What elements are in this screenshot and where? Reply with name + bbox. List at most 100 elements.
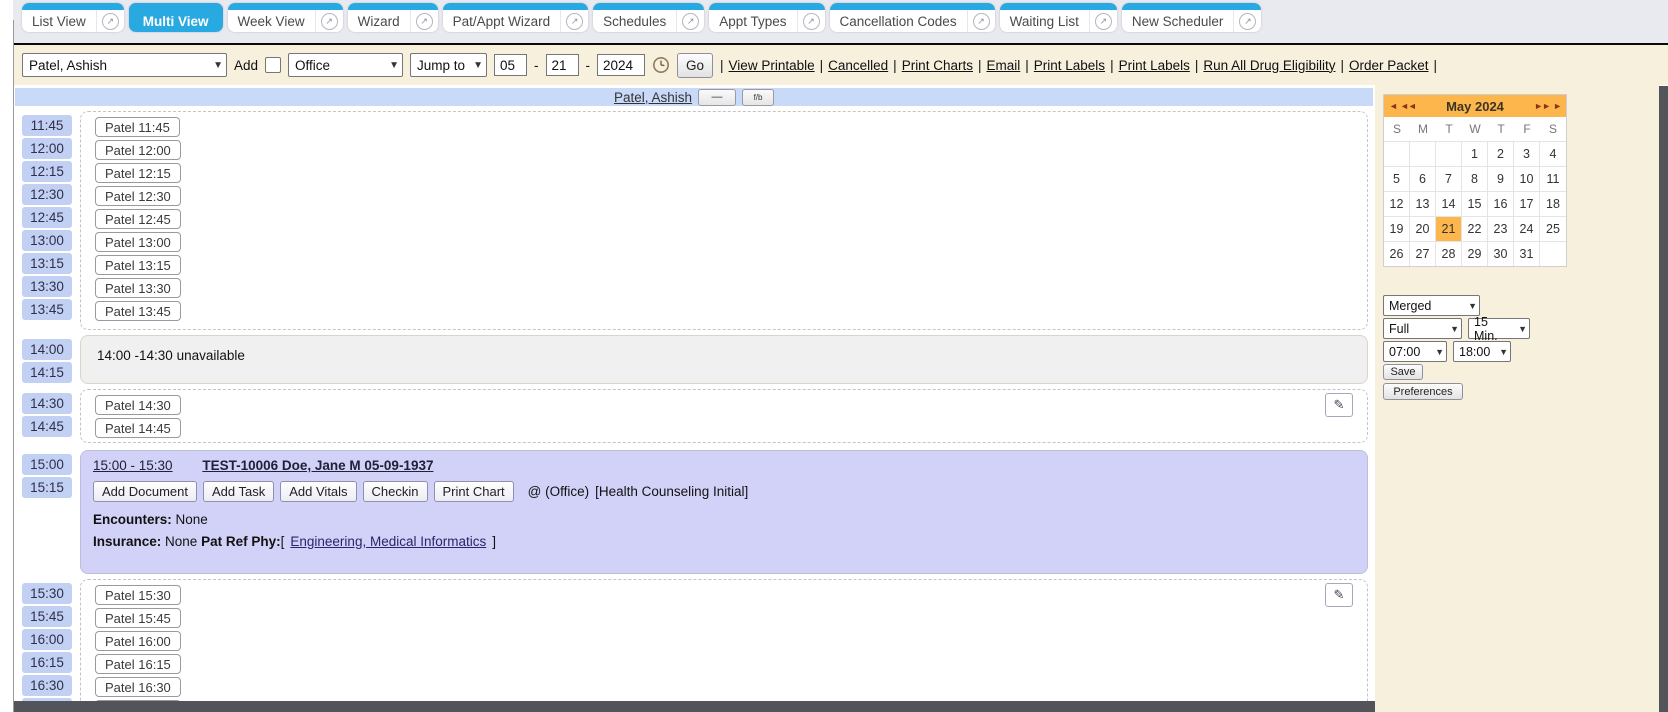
slot-button-patel-16-30[interactable]: Patel 16:30 [95, 677, 181, 697]
calendar-day-cell[interactable]: 6 [1410, 166, 1436, 191]
calendar-day-cell[interactable]: 21 [1436, 216, 1462, 241]
link-view-printable[interactable]: View Printable [729, 58, 815, 73]
tab-cancellation-codes[interactable]: Cancellation Codes↗ [830, 3, 995, 32]
popout-icon[interactable]: ↗ [1095, 13, 1112, 30]
add-task-button[interactable]: Add Task [203, 481, 274, 502]
calendar-day-cell[interactable]: 1 [1462, 141, 1488, 166]
calendar-day-cell[interactable]: 31 [1514, 241, 1540, 266]
checkin-button[interactable]: Checkin [363, 481, 428, 502]
slot-button-patel-13-00[interactable]: Patel 13:00 [95, 232, 181, 252]
calendar-day-cell[interactable]: 19 [1384, 216, 1410, 241]
popout-icon[interactable]: ↗ [1239, 13, 1256, 30]
popout-icon[interactable]: ↗ [416, 13, 433, 30]
slot-button-patel-13-30[interactable]: Patel 13:30 [95, 278, 181, 298]
tab-multi-view[interactable]: Multi View [129, 3, 223, 32]
edit-appointment-icon[interactable]: ✎ [1325, 583, 1353, 607]
date-month-input[interactable]: 05 [494, 54, 527, 76]
calendar-day-cell[interactable]: 11 [1540, 166, 1566, 191]
link-run-all-drug-eligibility[interactable]: Run All Drug Eligibility [1203, 58, 1335, 73]
link-email[interactable]: Email [986, 58, 1020, 73]
calendar-day-cell[interactable]: 2 [1488, 141, 1514, 166]
calendar-day-cell[interactable]: 22 [1462, 216, 1488, 241]
slot-button-patel-15-45[interactable]: Patel 15:45 [95, 608, 181, 628]
provider-header-link[interactable]: Patel, Ashish [614, 90, 692, 105]
calendar-prev-year-icon[interactable]: ◄ [1389, 95, 1397, 117]
popout-icon[interactable]: ↗ [102, 13, 119, 30]
end-time-select[interactable]: 18:00 ▼ [1453, 341, 1511, 362]
date-year-input[interactable]: 2024 [597, 54, 645, 76]
slot-button-patel-14-45[interactable]: Patel 14:45 [95, 418, 181, 438]
calendar-day-cell[interactable]: 3 [1514, 141, 1540, 166]
collapse-button[interactable]: — [698, 89, 736, 106]
slot-button-patel-12-30[interactable]: Patel 12:30 [95, 186, 181, 206]
tab-appt-types[interactable]: Appt Types↗ [709, 3, 824, 32]
slot-button-patel-15-30[interactable]: Patel 15:30 [95, 585, 181, 605]
link-print-labels[interactable]: Print Labels [1119, 58, 1190, 73]
calendar-day-cell[interactable]: 29 [1462, 241, 1488, 266]
facility-select[interactable]: Office ▼ [288, 53, 403, 77]
calendar-day-cell[interactable]: 20 [1410, 216, 1436, 241]
start-time-select[interactable]: 07:00 ▼ [1383, 341, 1447, 362]
print-chart-button[interactable]: Print Chart [434, 481, 514, 502]
size-select[interactable]: Full ▼ [1383, 318, 1462, 339]
popout-icon[interactable]: ↗ [321, 13, 338, 30]
slot-button-patel-12-15[interactable]: Patel 12:15 [95, 163, 181, 183]
calendar-day-cell[interactable]: 24 [1514, 216, 1540, 241]
calendar-day-cell[interactable]: 15 [1462, 191, 1488, 216]
calendar-day-cell[interactable]: 4 [1540, 141, 1566, 166]
go-button[interactable]: Go [677, 53, 713, 78]
slot-button-patel-12-45[interactable]: Patel 12:45 [95, 209, 181, 229]
slot-button-patel-13-45[interactable]: Patel 13:45 [95, 301, 181, 321]
save-button[interactable]: Save [1383, 364, 1423, 380]
popout-icon[interactable]: ↗ [973, 13, 990, 30]
slot-button-patel-12-00[interactable]: Patel 12:00 [95, 140, 181, 160]
calendar-day-cell[interactable]: 17 [1514, 191, 1540, 216]
jump-to-select[interactable]: Jump to ▼ [410, 53, 487, 77]
calendar-day-cell[interactable]: 27 [1410, 241, 1436, 266]
calendar-day-cell[interactable]: 14 [1436, 191, 1462, 216]
calendar-day-cell[interactable]: 12 [1384, 191, 1410, 216]
provider-select[interactable]: Patel, Ashish ▼ [22, 53, 227, 77]
calendar-day-cell[interactable]: 16 [1488, 191, 1514, 216]
preferences-button[interactable]: Preferences [1383, 383, 1463, 400]
link-print-labels[interactable]: Print Labels [1034, 58, 1105, 73]
add-document-button[interactable]: Add Document [93, 481, 197, 502]
calendar-day-cell[interactable]: 5 [1384, 166, 1410, 191]
link-order-packet[interactable]: Order Packet [1349, 58, 1429, 73]
link-print-charts[interactable]: Print Charts [902, 58, 973, 73]
calendar-day-cell[interactable]: 18 [1540, 191, 1566, 216]
calendar-day-cell[interactable]: 13 [1410, 191, 1436, 216]
tab-pat-appt-wizard[interactable]: Pat/Appt Wizard↗ [443, 3, 589, 32]
link-cancelled[interactable]: Cancelled [828, 58, 888, 73]
calendar-day-cell[interactable]: 30 [1488, 241, 1514, 266]
calendar-day-cell[interactable]: 26 [1384, 241, 1410, 266]
layout-select[interactable]: Merged ▼ [1383, 295, 1480, 316]
calendar-next-month-icon[interactable]: ►► [1534, 95, 1550, 117]
popout-icon[interactable]: ↗ [566, 13, 583, 30]
date-day-input[interactable]: 21 [546, 54, 579, 76]
calendar-day-cell[interactable]: 10 [1514, 166, 1540, 191]
appointment-time-link[interactable]: 15:00 - 15:30 [93, 458, 173, 473]
horizontal-scrollbar[interactable] [14, 701, 1375, 712]
calendar-day-cell[interactable]: 9 [1488, 166, 1514, 191]
popout-icon[interactable]: ↗ [803, 13, 820, 30]
calendar-day-cell[interactable]: 25 [1540, 216, 1566, 241]
calendar-day-cell[interactable]: 28 [1436, 241, 1462, 266]
calendar-day-cell[interactable]: 23 [1488, 216, 1514, 241]
add-checkbox[interactable] [265, 57, 281, 73]
interval-select[interactable]: 15 Min. ▼ [1468, 318, 1530, 339]
tab-schedules[interactable]: Schedules↗ [593, 3, 704, 32]
add-vitals-button[interactable]: Add Vitals [280, 481, 356, 502]
fb-button[interactable]: f/b [742, 89, 774, 106]
tab-wizard[interactable]: Wizard↗ [348, 3, 438, 32]
edit-appointment-icon[interactable]: ✎ [1325, 393, 1353, 417]
appointment-card[interactable]: 15:00 - 15:30 TEST-10006 Doe, Jane M 05-… [80, 450, 1368, 574]
slot-button-patel-16-00[interactable]: Patel 16:00 [95, 631, 181, 651]
slot-button-patel-13-15[interactable]: Patel 13:15 [95, 255, 181, 275]
tab-week-view[interactable]: Week View↗ [228, 3, 343, 32]
referring-link[interactable]: Engineering, Medical Informatics [290, 534, 486, 549]
tab-new-scheduler[interactable]: New Scheduler↗ [1122, 3, 1262, 32]
tab-list-view[interactable]: List View↗ [22, 3, 124, 32]
slot-button-patel-16-15[interactable]: Patel 16:15 [95, 654, 181, 674]
popout-icon[interactable]: ↗ [682, 13, 699, 30]
